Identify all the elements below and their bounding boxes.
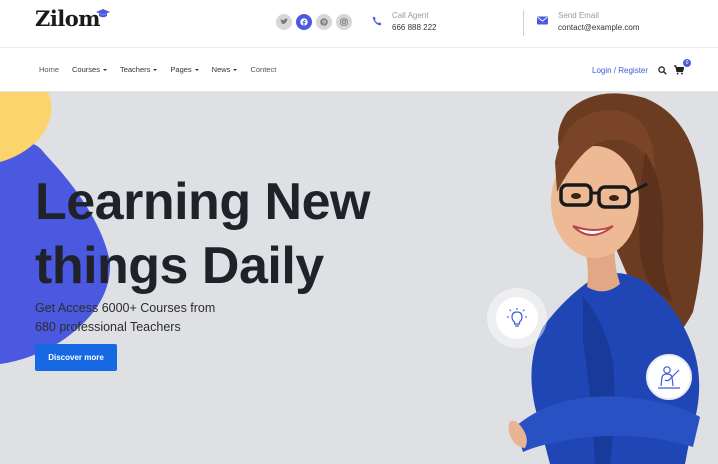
facebook-icon[interactable] <box>296 14 312 30</box>
idea-badge <box>487 288 547 348</box>
call-agent-number[interactable]: 666 888 222 <box>392 22 437 34</box>
hero-person-image <box>508 93 704 464</box>
lightbulb-icon <box>507 308 527 327</box>
caret-down-icon <box>233 68 238 71</box>
caret-down-icon <box>194 68 199 71</box>
hero-subtitle: Get Access 6000+ Courses from 680 profes… <box>35 299 255 337</box>
nav-item-label: Home <box>39 65 60 74</box>
send-email[interactable]: Send Email contact@example.com <box>537 10 640 34</box>
hero-section: Learning New things Daily Get Access 600… <box>0 92 718 464</box>
nav-item-home[interactable]: Home <box>39 65 59 74</box>
graduation-cap-icon <box>96 9 110 18</box>
social-links <box>276 14 352 30</box>
envelope-icon <box>537 16 548 25</box>
discover-more-button[interactable]: Discover more <box>35 344 117 371</box>
call-agent[interactable]: Call Agent 666 888 222 <box>372 10 437 34</box>
top-bar: Zilom Call Agent 666 888 222 Send Email … <box>0 0 718 48</box>
nav-item-contact[interactable]: Contect <box>250 65 276 74</box>
nav-item-courses[interactable]: Courses <box>72 65 107 74</box>
nav-item-label: Contect <box>250 65 277 74</box>
nav-menu: Home Courses Teachers Pages News Contect <box>39 65 276 74</box>
nav-item-label: Courses <box>72 65 100 74</box>
nav-item-teachers[interactable]: Teachers <box>119 65 158 74</box>
nav-item-pages[interactable]: Pages <box>170 65 199 74</box>
logo[interactable]: Zilom <box>35 6 101 31</box>
teacher-icon <box>658 366 680 389</box>
caret-down-icon <box>153 68 158 71</box>
hero-title-line: things Daily <box>35 237 324 295</box>
search-icon[interactable] <box>658 66 667 75</box>
hero-title: Learning New things Daily <box>35 170 370 298</box>
send-email-label: Send Email <box>558 11 599 20</box>
divider <box>523 10 524 36</box>
login-register-link[interactable]: Login / Register <box>592 66 648 75</box>
instagram-icon[interactable] <box>336 14 352 30</box>
pinterest-icon[interactable] <box>316 14 332 30</box>
nav-item-label: Teachers <box>119 65 151 74</box>
nav-item-news[interactable]: News <box>212 65 238 74</box>
nav-item-label: News <box>211 65 231 74</box>
email-address[interactable]: contact@example.com <box>558 22 640 34</box>
teacher-badge <box>646 354 692 400</box>
main-navigation: Home Courses Teachers Pages News Contect… <box>0 49 718 92</box>
hero-title-line: Learning New <box>35 173 370 231</box>
nav-item-label: Pages <box>170 65 192 74</box>
cart-icon[interactable] <box>674 65 684 75</box>
hero-subtitle-line: Get Access 6000+ Courses from <box>35 301 216 315</box>
caret-down-icon <box>102 68 107 71</box>
phone-icon <box>372 16 382 26</box>
hero-subtitle-line: 680 professional Teachers <box>35 320 181 334</box>
call-agent-label: Call Agent <box>392 11 429 20</box>
cart-count-badge: 0 <box>683 59 691 67</box>
twitter-icon[interactable] <box>276 14 292 30</box>
